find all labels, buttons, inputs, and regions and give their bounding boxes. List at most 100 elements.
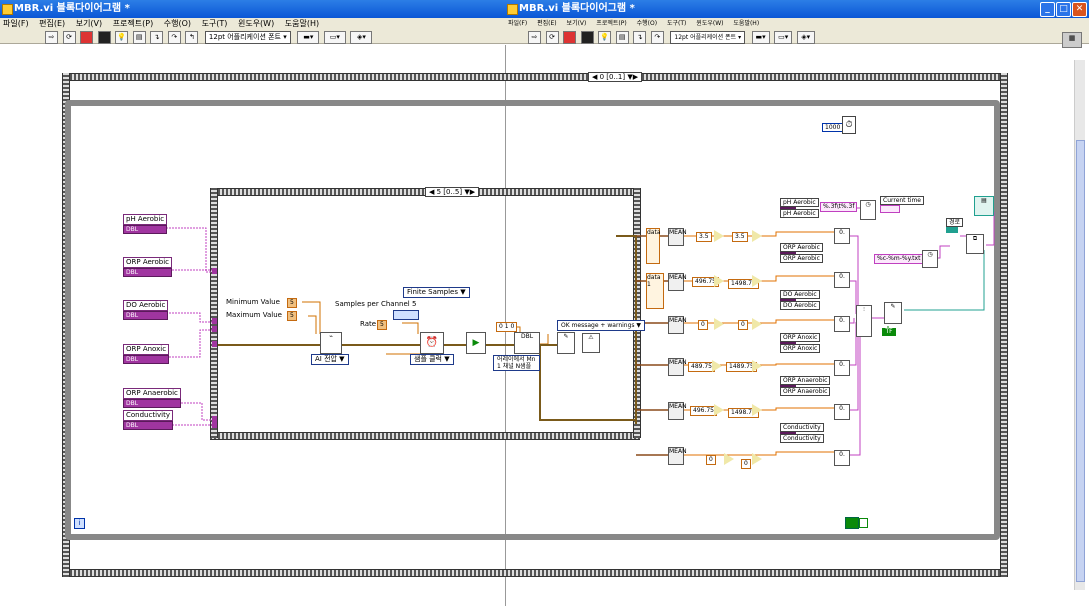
daqmx-clear-node[interactable]: ✎ <box>557 332 575 354</box>
close-button[interactable]: ✕ <box>1072 2 1087 17</box>
step-out-icon[interactable]: ↰ <box>185 31 199 44</box>
menu-help[interactable]: 도움말(H) <box>285 19 319 28</box>
highlight-execution-icon[interactable]: 💡 <box>115 31 129 44</box>
menu-window[interactable]: 윈도우(W) <box>696 20 723 27</box>
step-over-icon[interactable]: ↷ <box>167 31 181 44</box>
number-to-string-node[interactable]: 0. <box>834 360 850 376</box>
menu-edit[interactable]: 편집(E) <box>537 20 557 27</box>
ok-message-ring[interactable]: OK message + warnings ▼ <box>557 320 646 331</box>
menu-operate[interactable]: 수행(O) <box>164 19 191 28</box>
menu-tools[interactable]: 도구(T) <box>667 20 686 27</box>
menu-window[interactable]: 윈도우(W) <box>238 19 274 28</box>
mean-vi-node[interactable]: MEAN <box>668 316 687 334</box>
vi-icon-pane[interactable]: ▦ <box>1062 32 1082 48</box>
number-to-string-node[interactable]: 0. <box>834 228 850 244</box>
menu-edit[interactable]: 편집(E) <box>39 19 65 28</box>
get-date-time-node[interactable]: ◷ <box>860 200 876 220</box>
scale-triangle-icon <box>724 453 734 465</box>
left-window-titlebar[interactable]: MBR.vi 블록다이어그램 * <box>0 0 505 18</box>
pause-icon[interactable] <box>580 31 594 44</box>
mean-vi-node[interactable]: MEAN <box>668 273 687 291</box>
index-array-constant[interactable]: 0 1 0 <box>496 322 518 332</box>
step-into-icon[interactable]: ↴ <box>150 31 164 44</box>
min-value-constant[interactable]: 5 <box>287 298 297 308</box>
reorder-icon[interactable]: ◈▾ <box>796 31 815 44</box>
inner-sequence-selector[interactable]: ◀ 5 [0..5] ▼▶ <box>425 187 480 197</box>
run-continuous-icon[interactable]: ⟳ <box>545 31 559 44</box>
scrollbar-thumb[interactable] <box>1076 140 1085 582</box>
number-to-string-node[interactable]: 0. <box>834 272 850 288</box>
font-selector[interactable]: 12pt 어플리케이션 폰트 ▾ <box>204 31 291 44</box>
format-date-time-node[interactable]: ◷ <box>922 250 938 268</box>
daqmx-timing-node[interactable]: ⏰ <box>420 332 444 354</box>
cluster-constant[interactable]: data 1 <box>646 273 664 309</box>
pause-icon[interactable] <box>97 31 111 44</box>
number-to-string-node[interactable]: 0. <box>834 450 850 466</box>
number-to-string-node[interactable]: 0. <box>834 404 850 420</box>
control-do-aerobic[interactable]: DO Aerobic DBL <box>123 300 169 320</box>
daqmx-start-node[interactable]: ▶ <box>466 332 486 354</box>
outer-sequence-selector[interactable]: ◀ 0 [0..1] ▼▶ <box>588 72 643 82</box>
daqmx-read-node[interactable]: DBL <box>514 332 540 354</box>
stop-condition-icon[interactable] <box>845 517 859 529</box>
distribute-objects-icon[interactable]: ▭▾ <box>774 31 793 44</box>
loop-count-constant[interactable]: 1000 <box>822 123 844 132</box>
mean-vi-node[interactable]: MEAN <box>668 402 687 420</box>
number-to-string-node[interactable]: 0. <box>834 316 850 332</box>
mean-vi-node[interactable]: MEAN <box>668 228 687 246</box>
step-into-icon[interactable]: ↴ <box>633 31 647 44</box>
build-path-node[interactable]: ⧉ <box>966 234 984 254</box>
wait-timer-icon[interactable]: ⏱ <box>842 116 856 134</box>
finite-samples-ring[interactable]: Finite Samples ▼ <box>403 287 470 298</box>
control-conductivity[interactable]: Conductivity DBL <box>123 410 173 430</box>
read-polymorphic-selector[interactable]: 어레이에서 Mn 1 채널 N샘플 <box>493 355 540 371</box>
menu-project[interactable]: 프로젝트(P) <box>596 20 626 27</box>
samples-per-channel-constant[interactable] <box>393 310 419 320</box>
reorder-icon[interactable]: ◈▾ <box>350 31 373 44</box>
align-objects-icon[interactable]: ▬▾ <box>751 31 770 44</box>
menu-view[interactable]: 보기(V) <box>567 20 587 27</box>
menu-file[interactable]: 파일(F) <box>508 20 527 27</box>
run-arrow-icon[interactable]: ⇨ <box>528 31 541 44</box>
control-ph-aerobic[interactable]: pH Aerobic DBL <box>123 214 168 234</box>
write-to-spreadsheet-node[interactable]: ✎ <box>884 302 902 324</box>
vertical-scrollbar[interactable] <box>1074 60 1085 590</box>
maximize-button[interactable]: □ <box>1056 2 1071 17</box>
menu-view[interactable]: 보기(V) <box>76 19 102 28</box>
control-orp-anoxic[interactable]: ORP Anoxic DBL <box>123 344 170 364</box>
control-orp-anaerobic[interactable]: ORP Anaerobic DBL <box>123 388 181 408</box>
cluster-constant[interactable]: data <box>646 228 661 264</box>
simple-error-handler-node[interactable]: ⚠ <box>582 333 600 353</box>
minimize-button[interactable]: _ <box>1040 2 1055 17</box>
retain-wire-values-icon[interactable]: ▤ <box>132 31 146 44</box>
run-arrow-icon[interactable]: ⇨ <box>45 31 58 44</box>
abort-icon[interactable] <box>563 31 577 44</box>
abort-icon[interactable] <box>80 31 94 44</box>
control-orp-aerobic[interactable]: ORP Aerobic DBL <box>123 257 173 277</box>
menu-project[interactable]: 프로젝트(P) <box>113 19 154 28</box>
menu-help[interactable]: 도움말(H) <box>733 20 759 27</box>
menu-file[interactable]: 파일(F) <box>3 19 29 28</box>
ai-voltage-ring[interactable]: AI 전압 ▼ <box>311 354 349 365</box>
mean-vi-node[interactable]: MEAN <box>668 358 687 376</box>
max-value-constant[interactable]: 5 <box>287 311 297 321</box>
run-continuous-icon[interactable]: ⟳ <box>62 31 76 44</box>
align-objects-icon[interactable]: ▬▾ <box>297 31 320 44</box>
menu-tools[interactable]: 도구(T) <box>202 19 228 28</box>
right-window-titlebar[interactable]: MBR.vi 블록다이어그램 * _ □ ✕ <box>505 0 1089 18</box>
date-format-constant[interactable]: %c-%m-%y.txt <box>874 254 924 264</box>
step-over-icon[interactable]: ↷ <box>650 31 664 44</box>
font-selector[interactable]: 12pt 어플리케이션 폰트 ▾ <box>670 31 746 44</box>
highlight-execution-icon[interactable]: 💡 <box>598 31 612 44</box>
retain-wire-values-icon[interactable]: ▤ <box>615 31 629 44</box>
true-constant[interactable]: TF <box>882 328 896 336</box>
format-string-constant[interactable]: %.3f\t%.3f <box>820 202 858 212</box>
menu-operate[interactable]: 수행(O) <box>637 20 657 27</box>
mean-vi-node[interactable]: MEAN <box>668 447 687 465</box>
file-path-constant[interactable]: ▤ <box>974 196 994 216</box>
rate-constant[interactable]: 5 <box>377 320 387 330</box>
daqmx-create-channel-node[interactable]: ⌁ <box>320 332 342 354</box>
distribute-objects-icon[interactable]: ▭▾ <box>323 31 346 44</box>
sample-clock-ring[interactable]: 샘플 클럭 ▼ <box>410 354 454 365</box>
build-array-node[interactable]: ⫶ <box>856 305 872 337</box>
